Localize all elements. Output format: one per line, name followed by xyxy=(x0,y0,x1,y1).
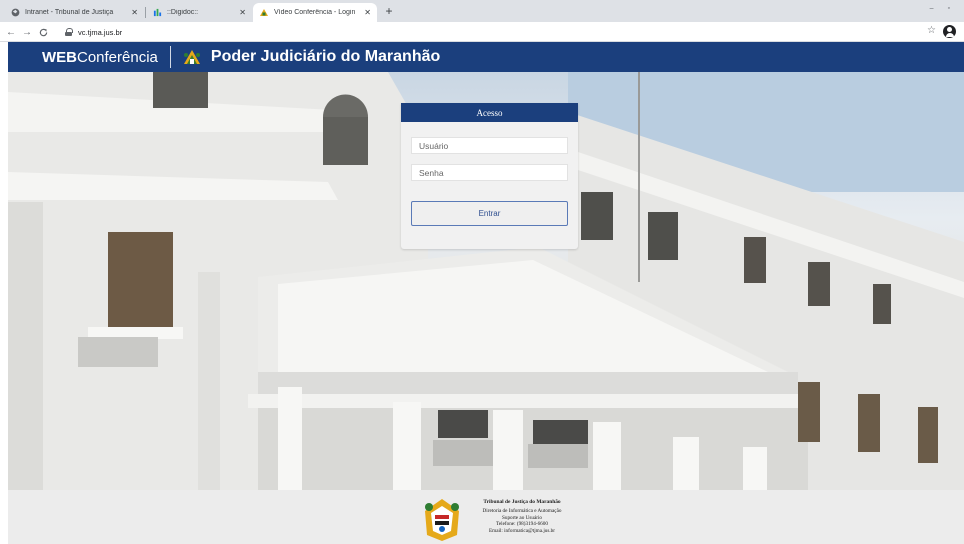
login-submit-button[interactable]: Entrar xyxy=(411,201,568,226)
close-icon[interactable]: ✕ xyxy=(131,8,138,17)
brand-rest-text: Conferência xyxy=(77,48,158,66)
tab-title: ::Digidoc:: xyxy=(167,9,199,16)
site-header: WEB Conferência Poder Judiciário do Mara… xyxy=(8,42,964,72)
profile-avatar-icon[interactable] xyxy=(943,25,956,38)
header-divider xyxy=(169,46,171,68)
footer-title: Tribunal de Justiça do Maranhão xyxy=(483,499,561,505)
login-panel: Acesso Usuário Senha Entrar xyxy=(401,103,578,249)
browser-tab-intranet[interactable]: Intranet - Tribunal de Justiça ✕ xyxy=(4,3,144,22)
webconferencia-logo[interactable]: WEB Conferência xyxy=(42,49,158,66)
url-field[interactable]: vc.tjma.jus.br xyxy=(64,26,364,38)
tab-title: Intranet - Tribunal de Justiça xyxy=(25,9,114,16)
window-controls[interactable]: – ▫ xyxy=(930,5,956,12)
footer-line: Diretoria de Informática e Automação xyxy=(482,508,562,515)
tribunal-crest-icon xyxy=(425,499,459,541)
url-text: vc.tjma.jus.br xyxy=(78,27,123,37)
reload-icon xyxy=(39,28,47,36)
footer-email[interactable]: Email: informatica@tjma.jus.br xyxy=(467,528,577,534)
username-input[interactable]: Usuário xyxy=(411,137,568,154)
new-tab-button[interactable]: + xyxy=(382,4,396,18)
state-crest-icon xyxy=(183,50,200,64)
court-title: Poder Judiciário do Maranhão xyxy=(210,48,441,65)
lock-icon xyxy=(64,28,73,36)
close-icon[interactable]: ✕ xyxy=(239,8,246,17)
back-button[interactable]: ← xyxy=(4,25,18,39)
password-input[interactable]: Senha xyxy=(411,164,568,181)
globe-icon xyxy=(10,8,20,18)
close-icon[interactable]: ✕ xyxy=(364,8,371,17)
footer-contact: Tribunal de Justiça do Maranhão Diretori… xyxy=(467,499,577,534)
forward-button[interactable]: → xyxy=(20,25,34,39)
bookmark-star-icon[interactable]: ☆ xyxy=(927,25,936,36)
site-footer: Tribunal de Justiça do Maranhão Diretori… xyxy=(8,490,964,544)
reload-button[interactable] xyxy=(36,25,50,39)
browser-tab-bar: Intranet - Tribunal de Justiça ✕ ::Digid… xyxy=(0,0,964,22)
password-placeholder: Senha xyxy=(419,167,444,178)
brand-bold-text: WEB xyxy=(42,48,77,66)
tab-title: Vídeo Conferência - Login xyxy=(274,9,356,16)
browser-address-bar: ← → vc.tjma.jus.br ☆ xyxy=(0,22,964,42)
browser-tab-videoconferencia[interactable]: Vídeo Conferência - Login ✕ xyxy=(253,3,377,22)
username-placeholder: Usuário xyxy=(419,140,449,151)
browser-tab-digidoc[interactable]: ::Digidoc:: ✕ xyxy=(146,3,252,22)
login-title: Acesso xyxy=(401,103,578,122)
digidoc-icon xyxy=(152,8,162,18)
crest-icon xyxy=(259,8,269,18)
